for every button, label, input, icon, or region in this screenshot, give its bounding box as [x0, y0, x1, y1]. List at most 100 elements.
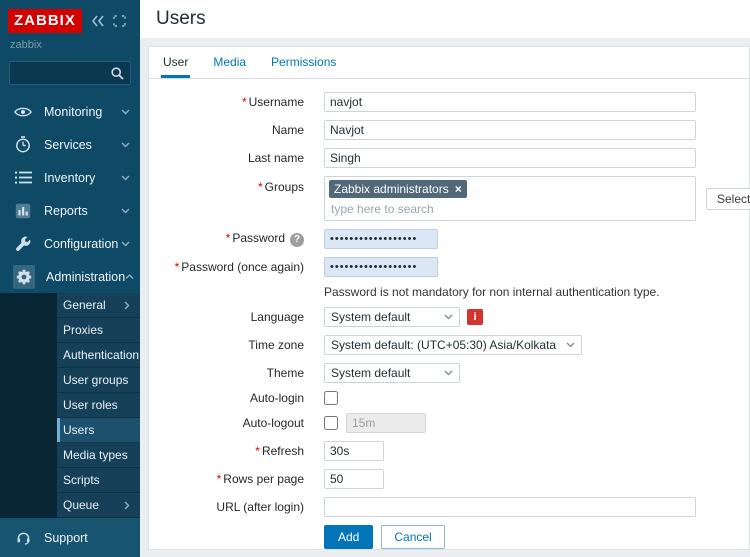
auto-logout-checkbox[interactable] — [324, 416, 338, 430]
submenu-item-proxies[interactable]: Proxies — [57, 318, 140, 343]
groups-select-button[interactable]: Select — [706, 188, 750, 210]
user-form: *Username Name Last name *Groups — [149, 79, 749, 549]
form-row-theme: Theme System default — [149, 363, 749, 383]
sidebar-search — [9, 61, 131, 85]
wrench-icon — [13, 236, 33, 252]
hide-sidebar-icon[interactable] — [113, 15, 126, 27]
submenu-item-label: Media types — [63, 448, 130, 462]
support-label: Support — [44, 531, 88, 545]
timezone-select[interactable]: System default: (UTC+05:30) Asia/Kolkata — [324, 335, 582, 355]
groups-search-placeholder[interactable]: type here to search — [329, 198, 691, 218]
form-row-last-name: Last name — [149, 148, 749, 168]
password-input[interactable] — [324, 229, 438, 249]
list-icon — [13, 171, 33, 184]
language-warning-icon[interactable]: i — [467, 309, 483, 325]
chevron-down-icon — [444, 370, 453, 376]
name-input[interactable] — [324, 120, 696, 140]
sidebar-item-administration[interactable]: Administration — [0, 260, 140, 293]
main-area: Users User Media Permissions *Username N… — [140, 0, 750, 557]
cancel-button[interactable]: Cancel — [381, 525, 444, 549]
timezone-value: System default: (UTC+05:30) Asia/Kolkata — [331, 338, 556, 352]
chevron-down-icon — [121, 241, 130, 247]
sidebar-item-monitoring[interactable]: Monitoring — [0, 95, 140, 128]
zabbix-logo[interactable]: ZABBIX — [8, 9, 82, 33]
remove-group-icon[interactable]: × — [455, 184, 462, 194]
auto-login-checkbox[interactable] — [324, 391, 338, 405]
theme-select[interactable]: System default — [324, 363, 460, 383]
submenu-item-scripts[interactable]: Scripts — [57, 468, 140, 493]
required-asterisk: * — [258, 180, 263, 194]
sidebar-item-reports[interactable]: Reports — [0, 194, 140, 227]
bar-chart-icon — [13, 203, 33, 219]
user-form-card: User Media Permissions *Username Name La… — [148, 46, 750, 550]
refresh-input[interactable] — [324, 441, 384, 461]
page-header: Users — [140, 0, 750, 38]
sidebar-item-label: Monitoring — [44, 105, 121, 119]
groups-label: Groups — [265, 180, 304, 194]
submenu-item-label: User groups — [63, 373, 130, 387]
submenu-item-queue[interactable]: Queue — [57, 493, 140, 518]
timezone-label: Time zone — [149, 338, 314, 352]
chevron-right-icon — [124, 501, 130, 510]
chevron-up-icon — [125, 274, 134, 280]
chevron-down-icon — [444, 314, 453, 320]
form-row-auto-login: Auto-login — [149, 391, 749, 405]
language-select[interactable]: System default — [324, 307, 460, 327]
sidebar-footer: Support — [0, 518, 140, 557]
support-link[interactable]: Support — [0, 530, 140, 557]
submenu-item-label: Users — [63, 423, 130, 437]
help-icon[interactable]: ? — [290, 233, 304, 247]
add-button[interactable]: Add — [324, 525, 373, 549]
password-hint: Password is not mandatory for non intern… — [324, 285, 660, 299]
chevron-down-icon — [121, 142, 130, 148]
sidebar-item-configuration[interactable]: Configuration — [0, 227, 140, 260]
sidebar-search-input[interactable] — [10, 66, 111, 80]
chevron-right-icon — [124, 301, 130, 310]
tab-media[interactable]: Media — [211, 47, 248, 78]
auto-login-label: Auto-login — [149, 391, 314, 405]
form-row-groups: *Groups Zabbix administrators × type her… — [149, 176, 749, 221]
rows-per-page-input[interactable] — [324, 469, 384, 489]
language-label: Language — [149, 310, 314, 324]
language-value: System default — [331, 310, 410, 324]
sidebar-item-inventory[interactable]: Inventory — [0, 161, 140, 194]
theme-value: System default — [331, 366, 410, 380]
password-again-input[interactable] — [324, 257, 438, 277]
form-row-password: *Password? — [149, 229, 749, 249]
refresh-label: Refresh — [262, 444, 304, 458]
required-asterisk: * — [175, 260, 180, 274]
tab-user[interactable]: User — [161, 47, 190, 78]
last-name-input[interactable] — [324, 148, 696, 168]
tab-permissions[interactable]: Permissions — [269, 47, 338, 78]
stopwatch-icon — [13, 136, 33, 153]
auto-logout-input — [346, 413, 426, 433]
group-chip-label: Zabbix administrators — [334, 182, 449, 196]
groups-multiselect[interactable]: Zabbix administrators × type here to sea… — [324, 176, 696, 221]
password-again-label: Password (once again) — [181, 260, 304, 274]
submenu-item-user-roles[interactable]: User roles — [57, 393, 140, 418]
sidebar-item-services[interactable]: Services — [0, 128, 140, 161]
submenu-item-label: User roles — [63, 398, 130, 412]
search-icon[interactable] — [111, 67, 130, 80]
chevron-down-icon — [121, 109, 130, 115]
content-area: User Media Permissions *Username Name La… — [140, 38, 750, 557]
form-row-timezone: Time zone System default: (UTC+05:30) As… — [149, 335, 749, 355]
form-row-refresh: *Refresh — [149, 441, 749, 461]
submenu-item-general[interactable]: General — [57, 293, 140, 318]
collapse-sidebar-icon[interactable] — [91, 15, 105, 27]
username-input[interactable] — [324, 92, 696, 112]
sidebar-item-label: Inventory — [44, 171, 121, 185]
submenu-item-authentication[interactable]: Authentication — [57, 343, 140, 368]
submenu-item-users[interactable]: Users — [57, 418, 140, 443]
form-row-language: Language System default i — [149, 307, 749, 327]
auto-logout-label: Auto-logout — [149, 416, 314, 430]
chevron-down-icon — [121, 175, 130, 181]
form-row-username: *Username — [149, 92, 749, 112]
submenu-item-user-groups[interactable]: User groups — [57, 368, 140, 393]
submenu-item-media-types[interactable]: Media types — [57, 443, 140, 468]
password-label: Password — [232, 231, 285, 245]
sidebar-item-label: Configuration — [44, 237, 121, 251]
name-label: Name — [149, 123, 314, 137]
url-input[interactable] — [324, 497, 696, 517]
eye-icon — [13, 105, 33, 119]
